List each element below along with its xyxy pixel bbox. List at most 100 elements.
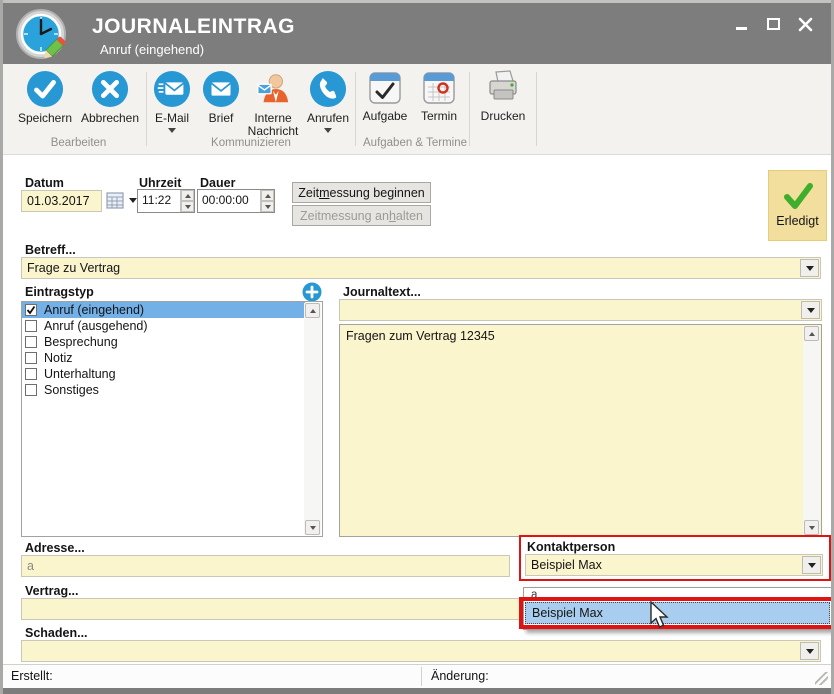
combo-dropdown-button[interactable] bbox=[800, 642, 819, 660]
letter-button[interactable]: Brief bbox=[201, 70, 241, 125]
task-icon bbox=[367, 70, 403, 106]
arrow-down-icon bbox=[265, 205, 271, 209]
group-label-aufgaben-termine: Aufgaben & Termine bbox=[355, 137, 475, 149]
chevron-down-icon bbox=[806, 649, 814, 654]
combo-dropdown-button[interactable] bbox=[800, 259, 819, 277]
uhrzeit-spinner[interactable]: 11:22 bbox=[137, 189, 195, 213]
person-message-icon bbox=[254, 70, 292, 108]
entry-type-list[interactable]: Anruf (eingehend) Anruf (ausgehend) Besp… bbox=[21, 301, 323, 537]
close-button[interactable] bbox=[794, 13, 816, 35]
spin-down-button[interactable] bbox=[181, 201, 194, 212]
start-timer-button[interactable]: Zeitmessung beginnen bbox=[292, 182, 431, 203]
textarea-scrollbar[interactable] bbox=[803, 326, 820, 535]
list-item[interactable]: Besprechung bbox=[22, 334, 305, 350]
chevron-down-icon bbox=[806, 266, 814, 271]
arrow-down-icon bbox=[185, 205, 191, 209]
betreff-combo[interactable]: Frage zu Vertrag bbox=[21, 257, 821, 279]
list-item[interactable]: Sonstiges bbox=[22, 382, 305, 398]
scroll-up-button[interactable] bbox=[305, 303, 320, 318]
maximize-button[interactable] bbox=[762, 13, 784, 35]
chevron-down-icon bbox=[807, 308, 815, 313]
dropdown-item-highlighted[interactable]: Beispiel Max bbox=[525, 602, 830, 624]
list-scrollbar[interactable] bbox=[304, 303, 321, 535]
internal-message-button[interactable]: Interne Nachricht bbox=[241, 70, 305, 138]
spin-up-button[interactable] bbox=[261, 190, 274, 201]
spin-up-button[interactable] bbox=[181, 190, 194, 201]
modified-label: Änderung: bbox=[431, 669, 489, 683]
checkbox[interactable] bbox=[25, 336, 37, 348]
checkbox[interactable] bbox=[25, 384, 37, 396]
add-entry-type-icon[interactable] bbox=[302, 282, 322, 302]
email-button[interactable]: E-Mail bbox=[149, 70, 195, 133]
journal-entry-window: JOURNALEINTRAG Anruf (eingehend) Speiche… bbox=[0, 0, 834, 694]
kontaktperson-label: Kontaktperson bbox=[527, 540, 615, 554]
list-item[interactable]: Notiz bbox=[22, 350, 305, 366]
checkbox[interactable] bbox=[25, 352, 37, 364]
window-bottom-border bbox=[3, 688, 831, 694]
toolbar-separator bbox=[536, 72, 537, 146]
title-bar: JOURNALEINTRAG Anruf (eingehend) bbox=[3, 0, 831, 64]
green-check-icon bbox=[783, 183, 813, 209]
kontaktperson-dropdown-list[interactable]: a Beispiel Max bbox=[523, 587, 832, 630]
checkbox-checked[interactable] bbox=[25, 304, 37, 316]
save-button[interactable]: Speichern bbox=[15, 70, 75, 125]
combo-dropdown-button[interactable] bbox=[802, 556, 821, 574]
done-button[interactable]: Erledigt bbox=[768, 170, 827, 241]
print-button[interactable]: Drucken bbox=[476, 70, 530, 123]
journaltext-textarea[interactable]: Fragen zum Vertrag 12345 bbox=[339, 324, 822, 537]
mouse-cursor-icon bbox=[649, 601, 671, 631]
minimize-button[interactable] bbox=[730, 13, 752, 35]
uhrzeit-label: Uhrzeit bbox=[139, 176, 181, 190]
arrow-down-icon bbox=[310, 526, 316, 530]
calendar-icon bbox=[421, 70, 457, 106]
status-divider bbox=[421, 667, 422, 686]
window-subtitle: Anruf (eingehend) bbox=[100, 42, 204, 57]
chevron-down-icon bbox=[129, 198, 137, 203]
spin-down-button[interactable] bbox=[261, 201, 274, 212]
list-item[interactable]: Anruf (eingehend) bbox=[22, 302, 305, 318]
betreff-label: Betreff... bbox=[25, 243, 76, 257]
schaden-label: Schaden... bbox=[25, 626, 88, 640]
schaden-combo[interactable] bbox=[21, 640, 821, 662]
arrow-up-icon bbox=[185, 194, 191, 198]
checkbox[interactable] bbox=[25, 320, 37, 332]
scroll-up-button[interactable] bbox=[804, 326, 819, 341]
x-circle-icon bbox=[91, 70, 129, 108]
created-label: Erstellt: bbox=[11, 669, 53, 683]
datum-field[interactable]: 01.03.2017 bbox=[21, 190, 102, 212]
list-item[interactable]: Unterhaltung bbox=[22, 366, 305, 382]
adresse-field[interactable]: a bbox=[21, 555, 510, 577]
status-bar: Erstellt: Änderung: bbox=[3, 664, 831, 688]
scroll-down-button[interactable] bbox=[804, 520, 819, 535]
vertrag-label: Vertrag... bbox=[25, 584, 79, 598]
eintragstyp-label: Eintragstyp bbox=[25, 285, 94, 299]
resize-grip[interactable] bbox=[815, 672, 828, 685]
stop-timer-button: Zeitmessung anhalten bbox=[292, 205, 431, 226]
chevron-down-icon[interactable] bbox=[168, 128, 176, 133]
phone-icon bbox=[309, 70, 347, 108]
email-icon bbox=[153, 70, 191, 108]
check-circle-icon bbox=[26, 70, 64, 108]
kontaktperson-combo[interactable]: Beispiel Max bbox=[525, 554, 823, 576]
check-icon bbox=[26, 305, 36, 315]
close-icon bbox=[798, 17, 813, 32]
task-button[interactable]: Aufgabe bbox=[359, 70, 411, 123]
dauer-spinner[interactable]: 00:00:00 bbox=[197, 189, 275, 213]
dropdown-item[interactable]: a bbox=[524, 588, 831, 602]
list-item[interactable]: Anruf (ausgehend) bbox=[22, 318, 305, 334]
arrow-down-icon bbox=[809, 526, 815, 530]
appointment-button[interactable]: Termin bbox=[415, 70, 463, 123]
chevron-down-icon[interactable] bbox=[324, 128, 332, 133]
minimize-icon bbox=[736, 27, 747, 30]
combo-dropdown-button[interactable] bbox=[801, 301, 820, 319]
journaltext-label: Journaltext... bbox=[343, 285, 421, 299]
journaltext-combo[interactable] bbox=[339, 299, 822, 321]
cancel-button[interactable]: Abbrechen bbox=[79, 70, 141, 125]
date-picker-button[interactable] bbox=[106, 192, 137, 209]
call-button[interactable]: Anrufen bbox=[304, 70, 352, 133]
chevron-down-icon bbox=[808, 563, 816, 568]
scroll-down-button[interactable] bbox=[305, 520, 320, 535]
checkbox[interactable] bbox=[25, 368, 37, 380]
dauer-label: Dauer bbox=[200, 176, 235, 190]
clock-pencil-logo-icon bbox=[14, 7, 70, 63]
